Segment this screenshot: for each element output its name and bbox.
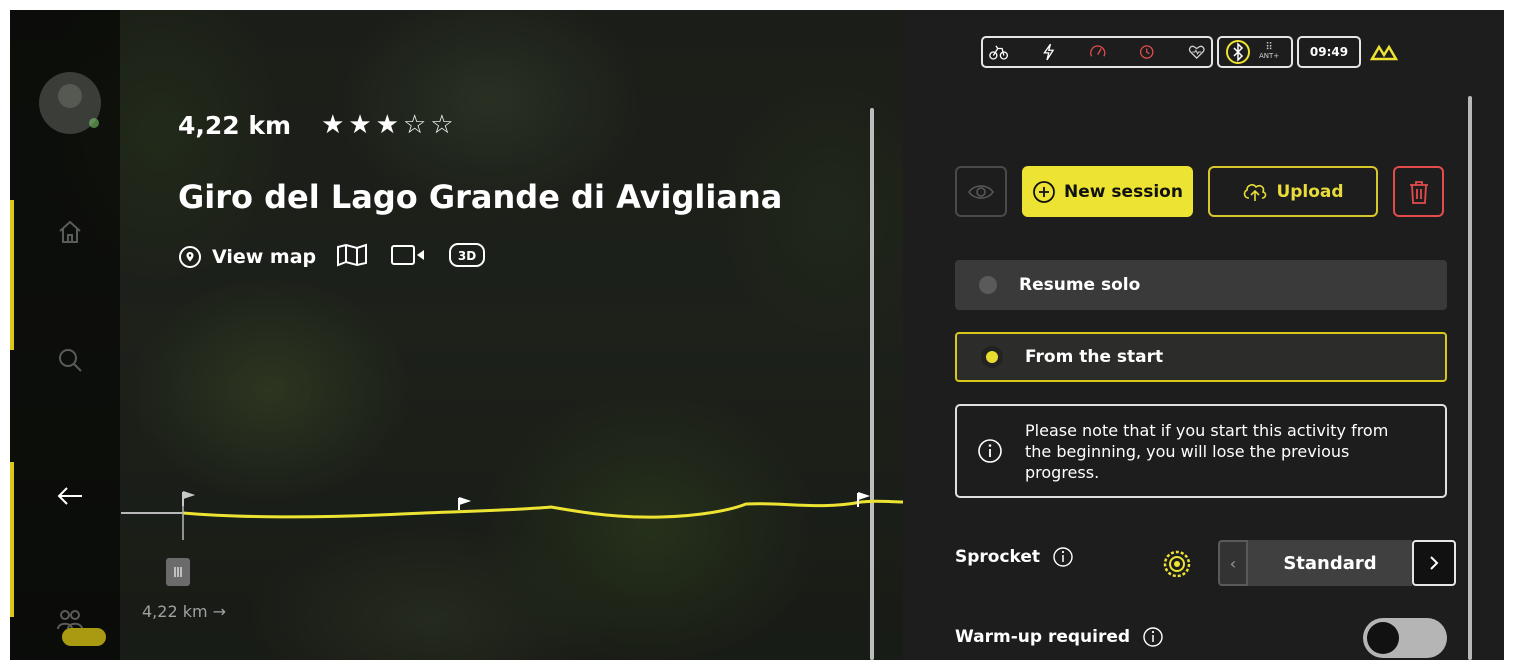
climb-mode-icon[interactable] (1369, 42, 1399, 62)
app-window: 4,22 km ★★★☆☆ Giro del Lago Grande di Av… (10, 10, 1504, 660)
preview-button[interactable] (955, 166, 1007, 217)
position-marker[interactable] (166, 558, 190, 586)
map-icon[interactable] (336, 243, 368, 271)
session-panel: ⠿ ANT+ 09:49 New session Upload Resume s… (903, 10, 1504, 660)
3d-view-icon[interactable]: 3D (448, 242, 486, 272)
upload-button[interactable]: Upload (1208, 166, 1378, 217)
speed-icon (1090, 45, 1106, 57)
video-icon[interactable] (388, 243, 428, 271)
sensor-status-group[interactable] (981, 36, 1213, 68)
route-stats: 4,22 km ★★★☆☆ (178, 110, 458, 140)
sprocket-setting: Sprocket (955, 546, 1074, 568)
trash-icon (1409, 180, 1428, 204)
avatar[interactable] (39, 72, 101, 134)
cloud-upload-icon (1244, 183, 1267, 201)
new-session-label: New session (1064, 181, 1183, 202)
from-start-label: From the start (1025, 347, 1164, 367)
clock: 09:49 (1297, 36, 1361, 68)
elevation-profile[interactable] (121, 480, 903, 540)
plus-circle-icon (1033, 180, 1055, 203)
sidebar (10, 10, 120, 660)
route-preview: 4,22 km ★★★☆☆ Giro del Lago Grande di Av… (10, 10, 903, 660)
toggle-knob (1367, 622, 1399, 654)
sprocket-label: Sprocket (955, 547, 1041, 567)
resume-solo-radio[interactable] (979, 276, 997, 294)
chevron-right-icon (1430, 556, 1439, 570)
trainer-icon (989, 45, 1009, 60)
sprocket-value: Standard (1248, 540, 1412, 586)
search-icon[interactable] (50, 340, 90, 380)
new-session-button[interactable]: New session (1022, 166, 1193, 217)
sidebar-accent (10, 200, 14, 350)
resume-solo-label: Resume solo (1019, 275, 1141, 295)
sidebar-accent (10, 462, 14, 617)
position-label: 4,22 km → (142, 602, 227, 621)
resume-solo-option[interactable]: Resume solo (955, 260, 1447, 310)
location-pin-icon (179, 246, 201, 268)
cadence-icon (1140, 45, 1154, 59)
ant-label: ANT+ (1259, 52, 1280, 60)
eye-icon (968, 184, 994, 199)
sprocket-gear-icon (1163, 550, 1191, 578)
ant-plus-icon: ⠿ ANT+ (1259, 42, 1280, 61)
sprocket-selector: ‹ Standard (1218, 540, 1456, 586)
warning-text: Please note that if you start this activ… (1025, 420, 1389, 482)
info-icon (978, 439, 1002, 463)
route-links: View map 3D (178, 242, 486, 272)
route-distance: 4,22 km (178, 110, 292, 140)
power-icon (1043, 43, 1055, 61)
preview-overlay (10, 10, 903, 660)
svg-text:3D: 3D (458, 249, 476, 263)
progress-warning: Please note that if you start this activ… (955, 404, 1447, 498)
clock-time: 09:49 (1309, 45, 1349, 59)
sprocket-prev-button[interactable]: ‹ (1218, 540, 1248, 586)
connectivity-status[interactable]: ⠿ ANT+ (1217, 36, 1293, 68)
sprocket-info-icon[interactable] (1052, 546, 1074, 568)
status-dot (89, 118, 99, 128)
panel-scrollbar[interactable] (1468, 96, 1472, 660)
from-start-radio[interactable] (981, 346, 1003, 368)
session-actions: New session Upload (955, 166, 1444, 217)
device-status-bar: ⠿ ANT+ 09:49 (981, 36, 1399, 68)
warmup-toggle[interactable] (1363, 618, 1447, 658)
warmup-setting: Warm-up required (955, 626, 1164, 648)
bluetooth-icon (1226, 40, 1250, 64)
view-map-label: View map (212, 246, 317, 268)
notification-pill (62, 628, 106, 646)
back-arrow-icon[interactable] (50, 476, 90, 516)
view-map-link[interactable]: View map (178, 245, 316, 269)
home-icon[interactable] (50, 212, 90, 252)
preview-divider[interactable] (870, 108, 874, 660)
from-start-option[interactable]: From the start (955, 332, 1447, 382)
warmup-label: Warm-up required (955, 627, 1131, 647)
route-title: Giro del Lago Grande di Avigliana (178, 178, 783, 216)
warmup-info-icon[interactable] (1142, 626, 1164, 648)
heart-rate-icon (1188, 45, 1205, 60)
delete-button[interactable] (1393, 166, 1444, 217)
sprocket-next-button[interactable] (1412, 540, 1456, 586)
route-rating-stars: ★★★☆☆ (321, 110, 458, 140)
elevation-chart (121, 491, 903, 540)
upload-label: Upload (1276, 181, 1344, 202)
